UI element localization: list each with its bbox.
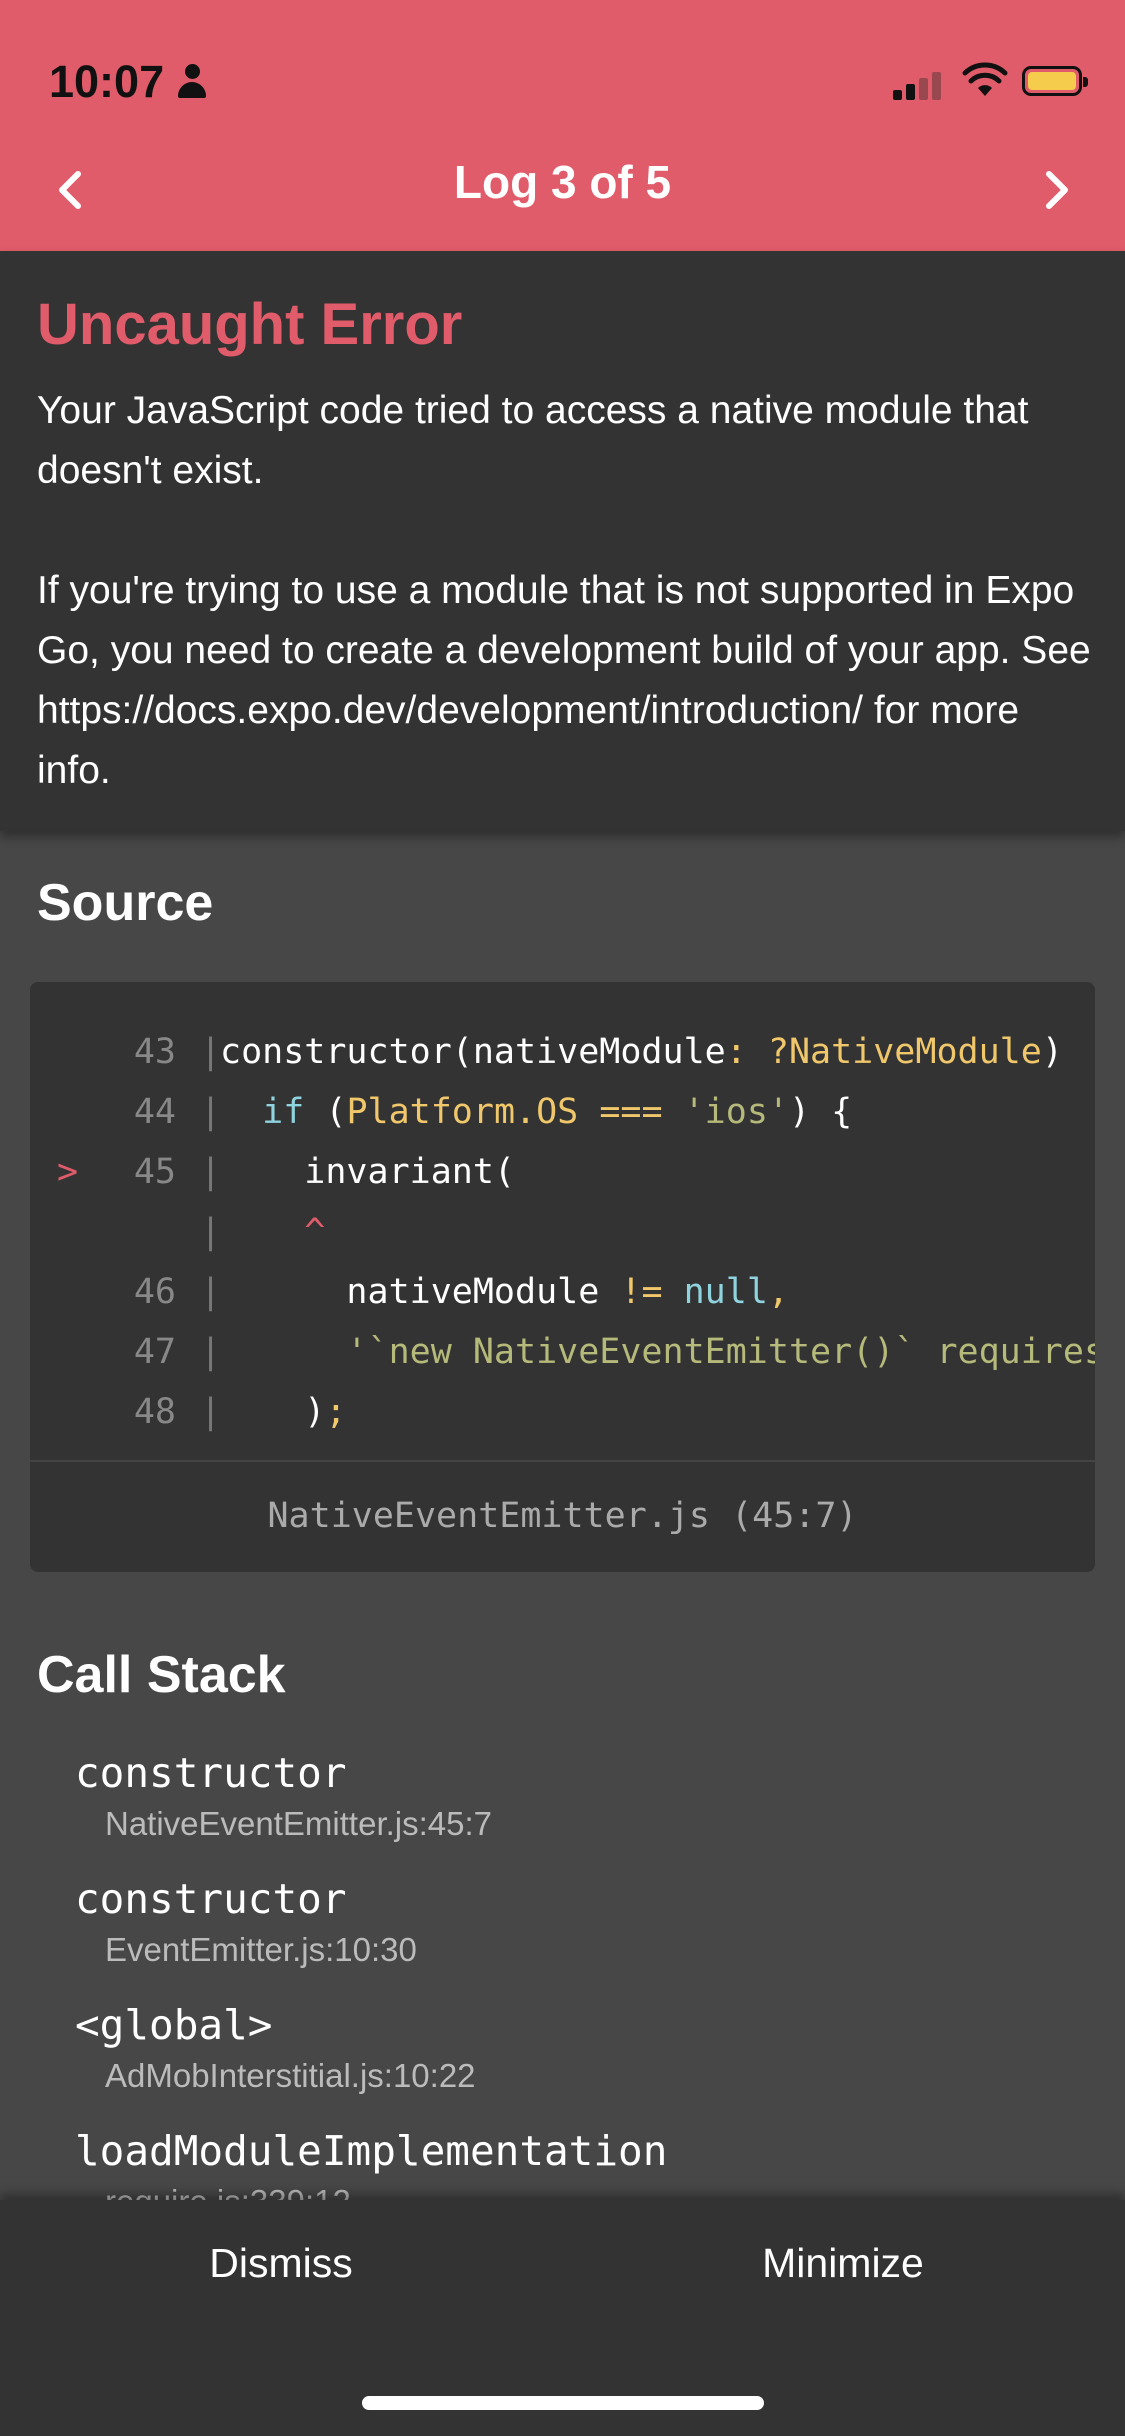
call-stack-list: constructor NativeEventEmitter.js:45:7 con… (75, 1745, 1075, 2249)
person-icon (176, 64, 208, 100)
code-token: ) { (788, 1092, 853, 1132)
line-number: 45 (133, 1152, 176, 1192)
chevron-right-icon (1046, 171, 1068, 209)
wifi-icon (962, 62, 1008, 98)
code-lines: 43 | constructor(nativeModule: ?NativeModu… (30, 1022, 1095, 1442)
code-line: 47 | '`new NativeEventEmitter()` requires (30, 1322, 1095, 1382)
code-line: 44 | if (Platform.OS === 'ios') { (30, 1082, 1095, 1142)
line-code: ^ (220, 1202, 1095, 1262)
stack-frame[interactable]: <global> AdMobInterstitial.js:10:22 (75, 1997, 1075, 2123)
dismiss-button[interactable]: Dismiss (0, 2240, 562, 2287)
stack-frame-name: constructor (75, 1749, 347, 1797)
stack-frame-location: AdMobInterstitial.js:10:22 (105, 2057, 476, 2094)
line-code: invariant( (220, 1142, 1095, 1202)
log-counter-title: Log 3 of 5 (453, 156, 672, 208)
code-line: >45 | invariant( (30, 1142, 1095, 1202)
source-file-location[interactable]: NativeEventEmitter.js (45:7) (30, 1460, 1095, 1572)
code-token: ) (1041, 1032, 1063, 1072)
line-gutter: | (200, 1392, 222, 1432)
line-gutter: | (200, 1332, 222, 1372)
line-number: 47 (133, 1332, 176, 1372)
line-gutter: | (200, 1152, 222, 1192)
line-gutter: | (200, 1212, 222, 1252)
line-number: 43 (133, 1032, 176, 1072)
stack-frame-location: NativeEventEmitter.js:45:7 (105, 1805, 493, 1842)
code-token: Platform.OS (346, 1092, 579, 1132)
call-stack-heading: Call Stack (37, 1646, 286, 1704)
code-token: ^ (220, 1212, 326, 1252)
stack-frame[interactable]: constructor NativeEventEmitter.js:45:7 (75, 1745, 1075, 1871)
battery-icon (1022, 66, 1088, 96)
home-indicator[interactable] (362, 2396, 764, 2410)
code-token: : ?NativeModule (725, 1032, 1042, 1072)
stack-frame-location: EventEmitter.js:10:30 (105, 1931, 417, 1968)
error-panel: Uncaught Error Your JavaScript code trie… (0, 251, 1125, 831)
line-number: 44 (133, 1092, 176, 1132)
line-number: 48 (133, 1392, 176, 1432)
line-gutter: | (200, 1272, 222, 1312)
line-gutter: | (200, 1092, 222, 1132)
minimize-button[interactable]: Minimize (562, 2240, 1124, 2287)
code-token: invariant( (220, 1152, 516, 1192)
line-code: if (Platform.OS === 'ios') { (220, 1082, 1095, 1142)
line-code: nativeModule != null, (220, 1262, 1095, 1322)
code-token: 'ios' (683, 1092, 789, 1132)
stack-frame-name: <global> (75, 2001, 273, 2049)
code-line: | ^ (30, 1202, 1095, 1262)
code-line: 46 | nativeModule != null, (30, 1262, 1095, 1322)
line-marker: > (57, 1152, 79, 1192)
source-heading: Source (37, 874, 214, 932)
code-line: 43 | constructor(nativeModule: ?NativeModu… (30, 1022, 1095, 1082)
error-title: Uncaught Error (37, 292, 463, 357)
code-frame[interactable]: 43 | constructor(nativeModule: ?NativeModu… (30, 982, 1095, 1572)
code-token: , (767, 1272, 789, 1312)
stack-frame-name: constructor (75, 1875, 347, 1923)
line-gutter: | (200, 1032, 222, 1072)
line-code: constructor(nativeModule: ?NativeModule) (220, 1022, 1095, 1082)
code-token: null (662, 1272, 768, 1312)
line-number: 46 (133, 1272, 176, 1312)
code-token: != (620, 1272, 663, 1312)
code-token: nativeModule (220, 1272, 621, 1312)
error-message: Your JavaScript code tried to access a n… (37, 389, 1091, 792)
code-line: 48 | ); (30, 1382, 1095, 1442)
header-bar: 10:07 Log 3 of 5 (0, 0, 1125, 251)
code-token: ) (220, 1392, 326, 1432)
next-log-button[interactable] (1025, 160, 1085, 220)
status-time: 10:07 (49, 56, 208, 108)
line-code: '`new NativeEventEmitter()` requires (220, 1322, 1095, 1382)
code-token: constructor(nativeModule (220, 1032, 726, 1072)
code-token: '`new NativeEventEmitter()` requires (220, 1332, 1095, 1372)
code-token: === (578, 1092, 684, 1132)
code-token: ( (304, 1092, 347, 1132)
line-code: ); (220, 1382, 1095, 1442)
stack-frame-name: loadModuleImplementation (75, 2127, 668, 2175)
code-token: ; (325, 1392, 347, 1432)
stack-frame[interactable]: constructor EventEmitter.js:10:30 (75, 1871, 1075, 1997)
code-token: if (220, 1092, 305, 1132)
cellular-signal-icon (893, 72, 945, 100)
